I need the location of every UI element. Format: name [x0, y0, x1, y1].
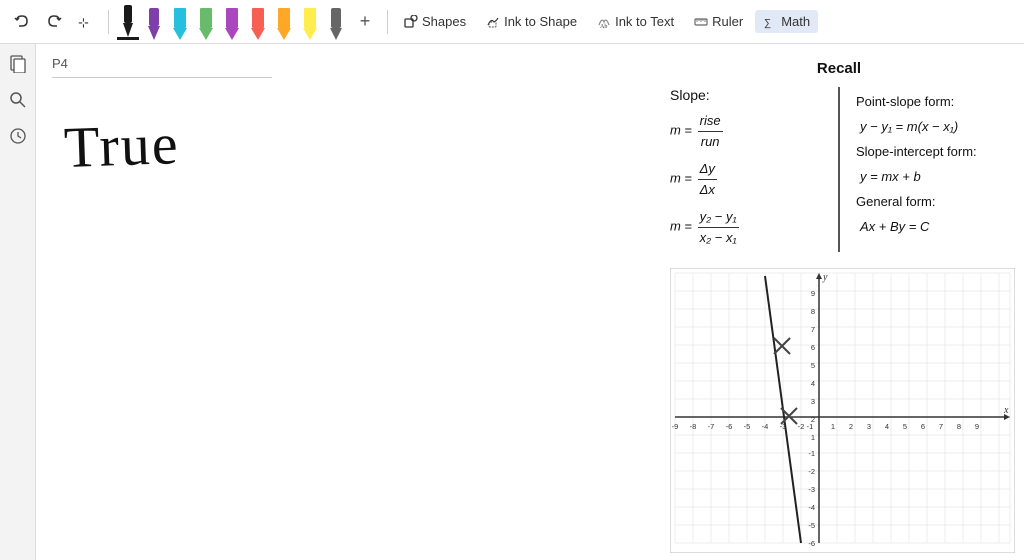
recall-content: Slope: m = rise run m = Δy [670, 87, 1008, 252]
ruler-button[interactable]: Ruler [686, 10, 751, 33]
formula-two-points: m = y₂ − y₁ x₂ − x₁ [670, 207, 822, 247]
point-slope-formula: y − y₁ = m(x − x₁) [860, 117, 1008, 137]
svg-text:-9: -9 [672, 422, 679, 431]
graph-svg: x y -9 -8 -7 -6 -5 -4 -3 -2 -1 1 2 [670, 268, 1015, 553]
svg-text:8: 8 [811, 307, 815, 316]
ink-to-text-button[interactable]: Ab Ink to Text [589, 10, 682, 33]
svg-text:∑: ∑ [764, 18, 771, 29]
ink-to-shape-icon [486, 15, 500, 29]
svg-text:9: 9 [811, 289, 815, 298]
svg-text:1: 1 [811, 433, 815, 442]
math-label: Math [781, 14, 810, 29]
svg-text:-8: -8 [690, 422, 697, 431]
svg-text:-5: -5 [808, 521, 815, 530]
math-button[interactable]: ∑ Math [755, 10, 818, 33]
sidebar-search-icon[interactable] [6, 88, 30, 112]
redo-button[interactable] [40, 8, 68, 36]
ink-to-text-icon: Ab [597, 15, 611, 29]
svg-text:-7: -7 [708, 422, 715, 431]
math-icon: ∑ [763, 15, 777, 29]
shapes-label: Shapes [422, 14, 466, 29]
svg-text:4: 4 [811, 379, 815, 388]
svg-text:-2: -2 [798, 422, 805, 431]
y-axis-label: y [822, 272, 828, 283]
pen-green[interactable] [195, 4, 217, 40]
ink-to-text-label: Ink to Text [615, 14, 674, 29]
svg-text:8: 8 [957, 422, 961, 431]
sidebar-pages-icon[interactable] [6, 52, 30, 76]
right-panel: Recall Slope: m = rise run m [654, 44, 1024, 560]
shapes-button[interactable]: Shapes [396, 10, 474, 33]
svg-text:3: 3 [867, 422, 871, 431]
svg-text:7: 7 [811, 325, 815, 334]
pen-violet[interactable] [221, 4, 243, 40]
recall-title: Recall [670, 60, 1008, 77]
svg-text:5: 5 [811, 361, 815, 370]
recall-forms-section: Point-slope form: y − y₁ = m(x − x₁) Slo… [840, 87, 1008, 252]
pen-red[interactable] [247, 4, 269, 40]
svg-text:-6: -6 [726, 422, 733, 431]
slope-intercept-formula: y = mx + b [860, 167, 1008, 187]
svg-text:-6: -6 [808, 539, 815, 548]
shapes-icon [404, 15, 418, 29]
svg-text:7: 7 [939, 422, 943, 431]
slope-intercept-label: Slope-intercept form: [856, 142, 1008, 162]
general-form-formula: Ax + By = C [860, 217, 1008, 237]
formula-rise-run: m = rise run [670, 111, 822, 151]
svg-text:6: 6 [921, 422, 925, 431]
add-pen-button[interactable]: + [351, 8, 379, 36]
handwriting-content: True [63, 110, 181, 181]
svg-text:2: 2 [849, 422, 853, 431]
svg-text:-4: -4 [762, 422, 769, 431]
pen-gray[interactable] [325, 4, 347, 40]
svg-text:-4: -4 [808, 503, 815, 512]
point-slope-label: Point-slope form: [856, 92, 1008, 112]
separator-1 [108, 10, 109, 34]
slope-label: Slope: [670, 87, 822, 103]
pen-orange[interactable] [273, 4, 295, 40]
recall-box: Recall Slope: m = rise run m [670, 56, 1008, 256]
page-underline [52, 77, 272, 78]
ink-to-shape-button[interactable]: Ink to Shape [478, 10, 585, 33]
recall-slope-section: Slope: m = rise run m = Δy [670, 87, 840, 252]
svg-text:2: 2 [811, 415, 815, 424]
ruler-icon [694, 15, 708, 29]
svg-text:-2: -2 [808, 467, 815, 476]
svg-text:6: 6 [811, 343, 815, 352]
undo-button[interactable] [8, 8, 36, 36]
general-form-label: General form: [856, 192, 1008, 212]
x-axis-label: x [1003, 405, 1009, 416]
ruler-label: Ruler [712, 14, 743, 29]
svg-text:1: 1 [831, 422, 835, 431]
sidebar [0, 44, 36, 560]
pen-purple[interactable] [143, 4, 165, 40]
pen-cyan[interactable] [169, 4, 191, 40]
svg-text:Ab: Ab [600, 24, 607, 29]
sidebar-history-icon[interactable] [6, 124, 30, 148]
ink-to-shape-label: Ink to Shape [504, 14, 577, 29]
separator-2 [387, 10, 388, 34]
writing-area: P4 True [36, 44, 654, 560]
svg-text:3: 3 [811, 397, 815, 406]
formula-delta: m = Δy Δx [670, 159, 822, 199]
svg-text:5: 5 [903, 422, 907, 431]
svg-text:-1: -1 [808, 449, 815, 458]
svg-text:4: 4 [885, 422, 889, 431]
svg-text:-5: -5 [744, 422, 751, 431]
lasso-button[interactable]: ⊹ [72, 8, 100, 36]
svg-text:-3: -3 [808, 485, 815, 494]
graph-container: x y -9 -8 -7 -6 -5 -4 -3 -2 -1 1 2 [670, 268, 1015, 553]
pen-black[interactable] [117, 4, 139, 40]
svg-text:⊹: ⊹ [78, 15, 89, 30]
page-label: P4 [52, 56, 638, 71]
toolbar: ⊹ [0, 0, 1024, 44]
main-content: P4 True Recall Slope: m = rise run [36, 44, 1024, 560]
pen-yellow[interactable] [299, 4, 321, 40]
svg-text:9: 9 [975, 422, 979, 431]
